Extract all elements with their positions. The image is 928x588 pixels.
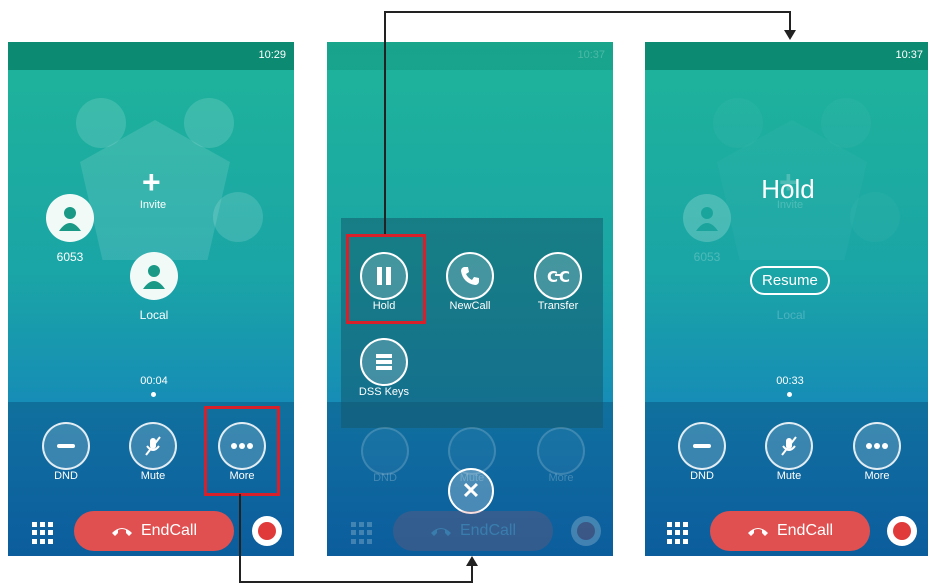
- arrow-more-to-menu: [239, 494, 473, 583]
- flow-arrows: [239, 11, 796, 583]
- arrowhead-up-icon: [466, 556, 478, 566]
- arrowhead-down-icon: [784, 30, 796, 40]
- arrow-hold-to-held: [384, 11, 791, 234]
